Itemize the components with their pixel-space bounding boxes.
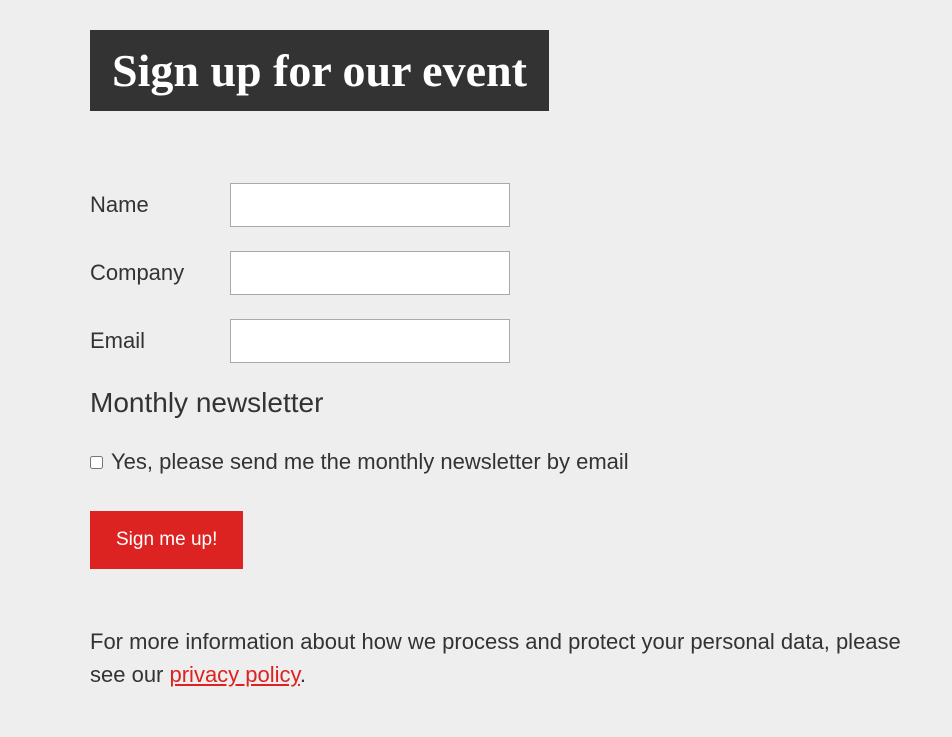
newsletter-checkbox-label: Yes, please send me the monthly newslett… bbox=[111, 449, 629, 475]
privacy-policy-link[interactable]: privacy policy bbox=[170, 662, 300, 687]
company-label: Company bbox=[90, 260, 230, 286]
email-label: Email bbox=[90, 328, 230, 354]
submit-button[interactable]: Sign me up! bbox=[90, 511, 243, 569]
company-row: Company bbox=[90, 251, 952, 295]
name-row: Name bbox=[90, 183, 952, 227]
name-label: Name bbox=[90, 192, 230, 218]
newsletter-checkbox-row: Yes, please send me the monthly newslett… bbox=[90, 449, 952, 475]
email-row: Email bbox=[90, 319, 952, 363]
page-title: Sign up for our event bbox=[90, 30, 549, 111]
newsletter-heading: Monthly newsletter bbox=[90, 387, 952, 419]
newsletter-checkbox[interactable] bbox=[90, 456, 103, 469]
privacy-text-after: . bbox=[300, 662, 306, 687]
email-input[interactable] bbox=[230, 319, 510, 363]
privacy-footer: For more information about how we proces… bbox=[90, 625, 910, 691]
name-input[interactable] bbox=[230, 183, 510, 227]
company-input[interactable] bbox=[230, 251, 510, 295]
